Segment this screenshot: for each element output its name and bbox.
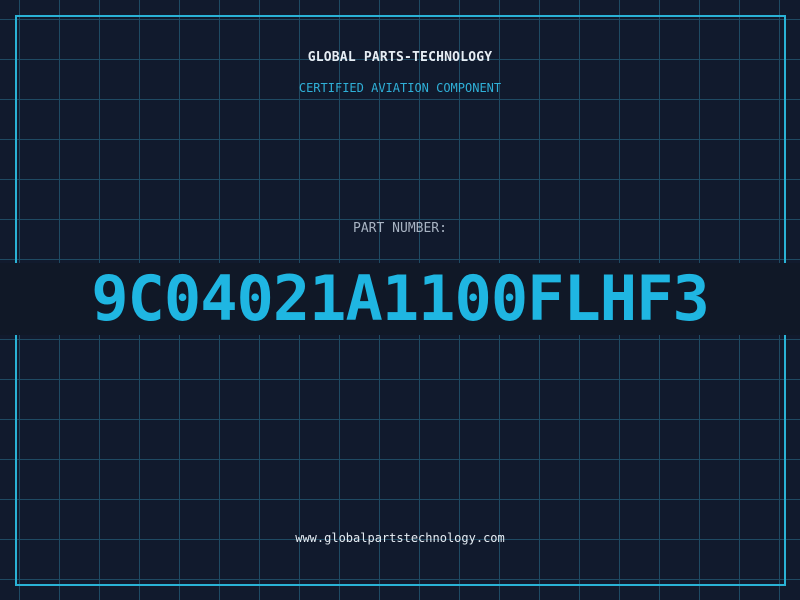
part-number-label: PART NUMBER: xyxy=(353,221,447,236)
part-label-canvas: GLOBAL PARTS-TECHNOLOGY CERTIFIED AVIATI… xyxy=(0,0,800,600)
company-name: GLOBAL PARTS-TECHNOLOGY xyxy=(307,50,493,65)
part-number-value: 9C04021A1100FLHF3 xyxy=(91,262,710,335)
website-url[interactable]: www.globalpartstechnology.com xyxy=(0,531,800,545)
certification-subtitle: CERTIFIED AVIATION COMPONENT xyxy=(298,81,502,95)
